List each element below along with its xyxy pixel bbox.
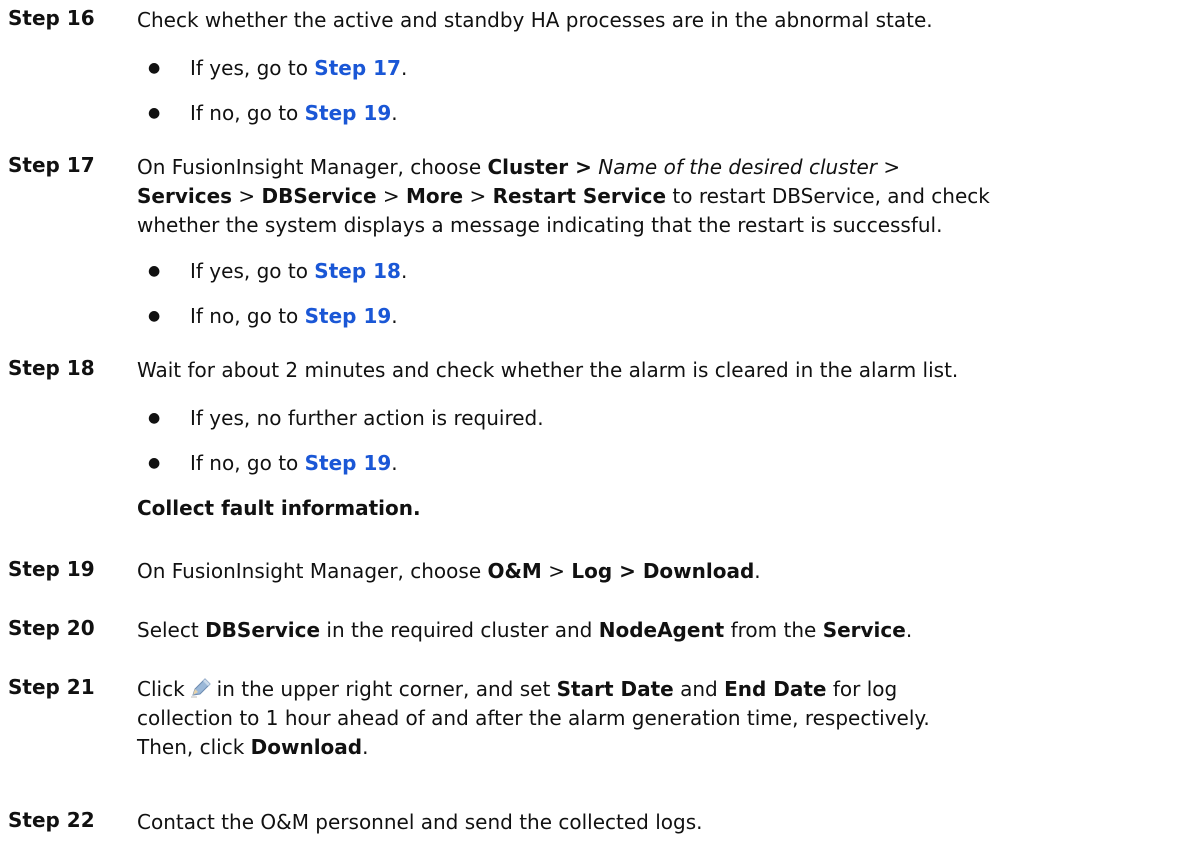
text: Click [137,677,185,701]
text: and [673,677,725,701]
text: from the [724,618,823,642]
list-item: ● If no, go to Step 19. [0,302,1186,334]
ui-term: Service [822,618,906,642]
step-link[interactable]: Step 19 [305,304,392,328]
punctuation: . [391,451,398,475]
bullet-dot: ● [148,410,161,426]
step-label: Step 22 [8,808,95,832]
menu-path: Log > Download [571,559,755,583]
list-item: ● If yes, go to Step 18. [0,257,1186,289]
step-text: Select DBService in the required cluster… [137,616,1180,645]
menu-path: Services [137,184,233,208]
list-item: ● If no, go to Step 19. [0,449,1186,481]
bullet-text: If no, go to [190,101,305,125]
step-label: Step 19 [8,557,95,581]
menu-path: DBService [261,184,377,208]
step-text: Click in the upper right corner, and set … [137,675,1180,762]
bullet-dot: ● [148,60,161,76]
punctuation: . [362,735,369,759]
text: collection to 1 hour ahead of and after … [137,706,930,730]
step-label: Step 17 [8,153,95,177]
step-label: Step 21 [8,675,95,699]
step-text: Check whether the active and standby HA … [137,8,933,32]
bullet-text: If yes, go to [190,56,315,80]
text: whether the system displays a message in… [137,213,943,237]
bullet-dot: ● [148,455,161,471]
step-text: Wait for about 2 minutes and check wheth… [137,358,959,382]
menu-path: Restart Service [492,184,667,208]
ui-term: NodeAgent [598,618,725,642]
text: in the upper right corner, and set [216,677,557,701]
bullet-text: If yes, no further action is required. [190,406,544,430]
ui-term: Download [250,735,363,759]
text: to restart DBService, and check [672,184,990,208]
bullet-dot: ● [148,263,161,279]
step-link[interactable]: Step 19 [305,101,392,125]
step-link[interactable]: Step 18 [314,259,401,283]
placeholder-text: Name of the desired cluster [598,155,877,179]
text: Then, click [137,735,251,759]
punctuation: . [400,56,408,80]
bullet-dot: ● [148,308,161,324]
text: in the required cluster and [320,618,599,642]
text: for log [826,677,898,701]
list-item: ● If yes, go to Step 17. [0,54,1186,86]
ui-term: End Date [724,677,827,701]
bullet-text: If yes, go to [190,259,315,283]
step-text: On FusionInsight Manager, choose Cluster… [137,153,1180,240]
text: On FusionInsight Manager, choose [137,155,488,179]
menu-path: More [406,184,464,208]
punctuation: . [391,304,398,328]
separator: > [883,155,901,179]
text: On FusionInsight Manager, choose [137,559,488,583]
step-label: Step 20 [8,616,95,640]
punctuation: . [754,559,761,583]
step-text: Contact the O&M personnel and send the c… [137,810,703,834]
step-text: On FusionInsight Manager, choose O&M > L… [137,559,761,583]
bullet-dot: ● [148,105,161,121]
bullet-text: If no, go to [190,304,305,328]
step-label: Step 16 [8,6,95,30]
step-link[interactable]: Step 19 [305,451,392,475]
step-label: Step 18 [8,356,95,380]
ui-term: DBService [205,618,321,642]
text: Select [137,618,206,642]
section-heading: Collect fault information. [137,496,421,520]
pencil-icon [189,677,213,699]
punctuation: . [400,259,408,283]
bullet-text: If no, go to [190,451,305,475]
menu-path: O&M [487,559,542,583]
ui-term: Start Date [556,677,674,701]
list-item: ● If no, go to Step 19. [0,99,1186,131]
list-item: ● If yes, no further action is required. [0,404,1186,436]
punctuation: . [905,618,913,642]
menu-path: Cluster > [487,155,592,179]
step-link[interactable]: Step 17 [314,56,401,80]
punctuation: . [391,101,398,125]
